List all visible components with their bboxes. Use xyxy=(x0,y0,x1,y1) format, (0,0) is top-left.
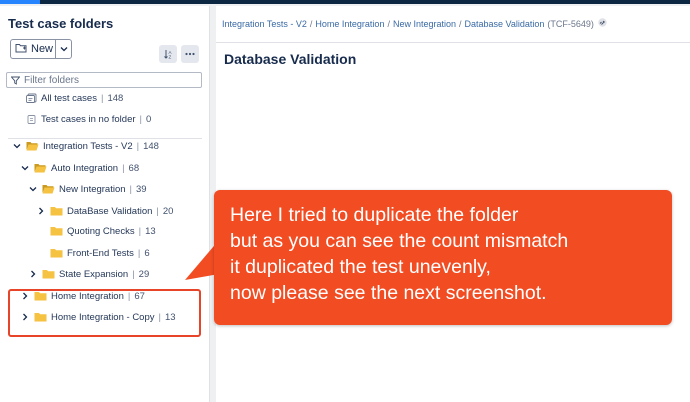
folder-label: State Expansion xyxy=(59,268,129,280)
sort-icon: AZ xyxy=(164,50,172,60)
folder-icon xyxy=(42,270,55,279)
chevron-down-icon[interactable] xyxy=(12,141,22,151)
separator: | xyxy=(137,247,141,259)
unassigned-cases-icon xyxy=(27,115,36,124)
folder-label: Front-End Tests xyxy=(67,247,134,259)
chevron-down-icon[interactable] xyxy=(28,184,38,194)
item-count: 0 xyxy=(146,113,152,125)
separator: | xyxy=(156,205,159,217)
folder-item[interactable]: Front-End Tests | 6 xyxy=(50,246,150,260)
callout-line: Here I tried to duplicate the folder xyxy=(230,204,519,226)
callout-line: it duplicated the test unevenly, xyxy=(230,256,491,278)
folder-count: 68 xyxy=(128,162,140,174)
chevron-down-icon[interactable] xyxy=(20,163,30,173)
separator: | xyxy=(122,162,125,174)
separator: | xyxy=(139,113,142,125)
new-folder-icon xyxy=(15,43,27,56)
folder-item[interactable]: DataBase Validation | 20 xyxy=(36,204,173,218)
copy-link-icon[interactable] xyxy=(597,18,608,29)
all-test-cases-icon xyxy=(26,93,37,103)
separator: | xyxy=(136,140,140,152)
folder-count: 13 xyxy=(145,225,156,237)
open-folder-icon xyxy=(34,164,47,173)
item-label: Test cases in no folder xyxy=(41,113,136,125)
folder-item[interactable]: Auto Integration | 68 xyxy=(20,161,139,175)
header-divider xyxy=(216,42,690,43)
item-label: All test cases xyxy=(41,92,97,104)
folder-count: 148 xyxy=(143,140,159,152)
filter-icon xyxy=(11,76,20,85)
folder-label: Auto Integration xyxy=(51,162,119,174)
folder-count: 6 xyxy=(144,247,150,259)
folder-item[interactable]: New Integration | 39 xyxy=(28,182,147,196)
folder-label: Quoting Checks xyxy=(67,225,135,237)
more-options-button[interactable] xyxy=(181,45,199,63)
svg-text:Z: Z xyxy=(169,55,172,60)
highlight-annotation-box xyxy=(8,289,201,337)
folder-count: 39 xyxy=(136,183,147,195)
sort-button[interactable]: AZ xyxy=(159,45,177,63)
breadcrumb-separator: / xyxy=(309,18,313,29)
separator: | xyxy=(138,225,142,237)
folder-key: (TCF-5649) xyxy=(547,18,594,29)
annotation-callout: Here I tried to duplicate the folder but… xyxy=(214,190,672,325)
page-title: Database Validation xyxy=(224,51,357,67)
callout-line: now please see the next screenshot. xyxy=(230,282,547,304)
callout-text: Here I tried to duplicate the folder but… xyxy=(230,202,568,306)
breadcrumb-current[interactable]: Database Validation xyxy=(465,19,545,29)
separator: | xyxy=(129,183,133,195)
breadcrumb-link[interactable]: New Integration xyxy=(393,19,456,29)
chevron-down-icon xyxy=(60,47,68,52)
folder-icon xyxy=(50,227,63,236)
new-dropdown-caret[interactable] xyxy=(56,40,71,58)
folder-count: 29 xyxy=(138,268,150,280)
filter-folders-input[interactable] xyxy=(24,74,194,86)
item-count: 148 xyxy=(107,92,124,104)
new-button-label: New xyxy=(31,43,54,55)
new-button-main[interactable]: New xyxy=(11,40,57,58)
no-folder-item[interactable]: Test cases in no folder | 0 xyxy=(26,112,151,126)
folder-item[interactable]: Quoting Checks | 13 xyxy=(50,224,156,238)
breadcrumb-separator: / xyxy=(387,18,390,29)
sidebar-title: Test case folders xyxy=(8,16,114,31)
folder-icon xyxy=(50,249,63,258)
chevron-right-icon[interactable] xyxy=(28,269,38,279)
chevron-right-icon[interactable] xyxy=(36,206,46,216)
top-nav-accent xyxy=(0,0,40,4)
folder-item[interactable]: Integration Tests - V2 | 148 xyxy=(12,139,159,153)
open-folder-icon xyxy=(42,185,55,194)
folder-sidebar: Test case folders New AZ All test cases … xyxy=(0,6,210,402)
breadcrumb: Integration Tests - V2 / Home Integratio… xyxy=(222,18,608,29)
folder-item[interactable]: State Expansion | 29 xyxy=(28,267,149,281)
top-nav-bar xyxy=(0,0,690,4)
new-folder-button[interactable]: New xyxy=(10,39,72,59)
breadcrumb-link[interactable]: Home Integration xyxy=(315,19,384,29)
folder-label: Integration Tests - V2 xyxy=(43,140,133,152)
separator: | xyxy=(100,92,104,104)
folder-count: 20 xyxy=(162,205,174,217)
folder-label: DataBase Validation xyxy=(67,205,153,217)
separator: | xyxy=(132,268,135,280)
folder-icon xyxy=(50,207,63,216)
more-icon xyxy=(185,52,195,56)
folder-label: New Integration xyxy=(59,183,126,195)
open-folder-icon xyxy=(26,142,39,151)
filter-folders-field[interactable] xyxy=(6,72,202,88)
callout-line: but as you can see the count mismatch xyxy=(230,230,569,252)
breadcrumb-link[interactable]: Integration Tests - V2 xyxy=(222,19,307,29)
all-test-cases-item[interactable]: All test cases | 148 xyxy=(26,91,123,105)
breadcrumb-separator: / xyxy=(459,18,462,29)
